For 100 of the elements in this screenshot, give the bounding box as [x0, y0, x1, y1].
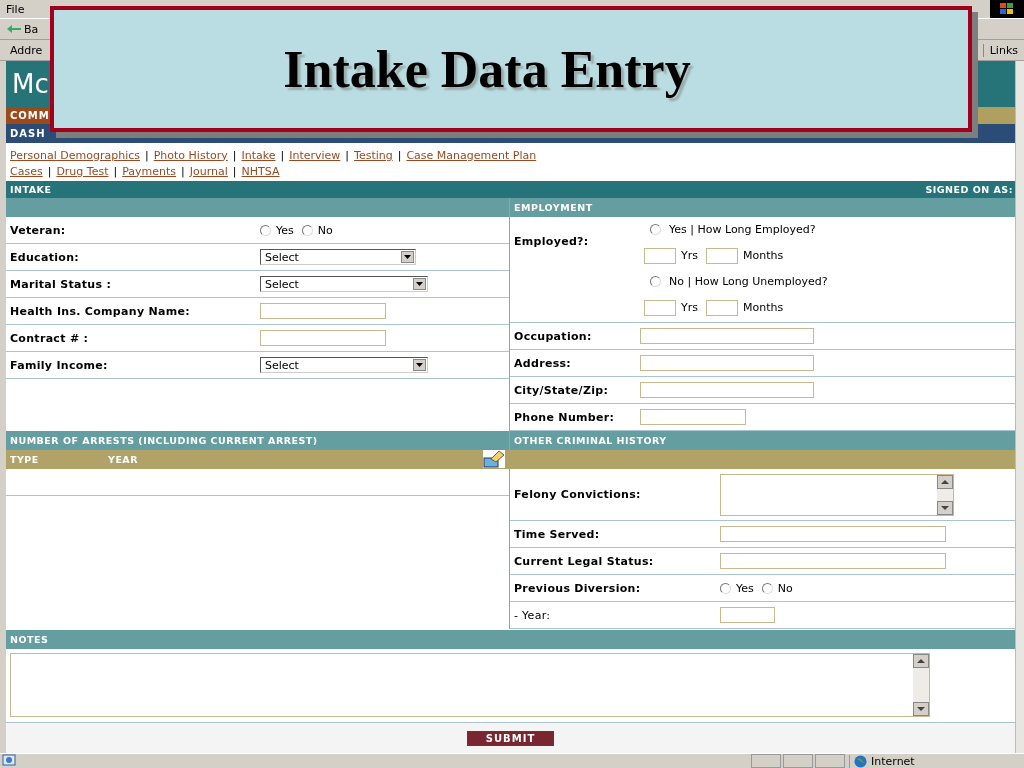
field-label: Family Income:	[9, 358, 109, 372]
unit-label: Months	[743, 249, 784, 262]
status-panel	[751, 754, 781, 768]
windows-logo-icon	[990, 0, 1024, 18]
select-field[interactable]: Select	[260, 357, 428, 373]
nav-link[interactable]: Interview	[289, 148, 341, 162]
input-field[interactable]	[260, 303, 386, 319]
input-field[interactable]	[640, 355, 814, 371]
link-separator: |	[47, 164, 52, 178]
link-separator: |	[145, 148, 149, 162]
radio-button[interactable]	[650, 276, 661, 287]
field-label: Employed?:	[513, 235, 590, 248]
status-panel	[815, 754, 845, 768]
status-panel	[783, 754, 813, 768]
address-label: Addre	[10, 43, 43, 57]
back-button[interactable]: Ba	[4, 22, 41, 36]
scroll-down-icon[interactable]	[937, 500, 953, 515]
caret-icon[interactable]	[401, 251, 414, 263]
field-label: Occupation:	[513, 329, 593, 343]
scroll-up-icon[interactable]	[937, 474, 953, 489]
field-label: Address:	[513, 356, 573, 370]
unit-label: Yrs	[681, 249, 698, 262]
field-label: Time Served:	[513, 527, 601, 541]
scroll-up-icon[interactable]	[913, 654, 929, 668]
nav-link[interactable]: Testing	[354, 148, 393, 162]
link-separator: |	[232, 148, 237, 162]
section-title: NOTES	[10, 634, 49, 645]
signed-on-label: SIGNED ON AS:	[925, 184, 1013, 195]
notes-field[interactable]	[10, 653, 930, 717]
nav-link[interactable]: Payments	[122, 164, 177, 178]
input-field[interactable]	[644, 299, 676, 316]
input-field[interactable]	[640, 382, 814, 398]
section-title: NUMBER OF ARRESTS (INCLUDING CURRENT ARREST)	[10, 435, 318, 446]
caret-icon[interactable]	[413, 278, 426, 290]
input-field[interactable]	[706, 299, 738, 316]
field-label: Education:	[9, 250, 80, 264]
field-label: Felony Convictions:	[513, 488, 642, 501]
link-separator: |	[345, 148, 350, 162]
nav-link[interactable]: Drug Test	[56, 164, 109, 178]
radio-button[interactable]	[301, 224, 313, 236]
caret-icon[interactable]	[413, 359, 426, 371]
field-label: Phone Number:	[513, 410, 616, 424]
back-arrow-icon	[6, 24, 22, 34]
input-field[interactable]	[720, 553, 946, 569]
nav-link[interactable]: Personal Demographics	[10, 148, 140, 162]
field-label: Contract # :	[9, 331, 90, 345]
option-label: Yes	[276, 223, 294, 237]
input-field[interactable]	[640, 409, 746, 425]
nav-link[interactable]: Cases	[10, 164, 43, 178]
nav-link[interactable]: Journal	[189, 164, 228, 178]
option-label: Yes | How Long Employed?	[669, 223, 816, 236]
site-logo: Mc	[12, 69, 49, 99]
radio-button[interactable]	[260, 224, 271, 236]
nav-link[interactable]: Photo History	[153, 148, 228, 162]
column-header: TYPE	[10, 454, 40, 465]
page-icon	[2, 753, 16, 768]
select-field[interactable]: Select	[260, 249, 416, 265]
link-separator: |	[181, 164, 185, 178]
nav-label[interactable]: DASH	[10, 128, 46, 139]
globe-icon	[854, 754, 867, 768]
option-label: No | How Long Unemployed?	[669, 275, 828, 288]
radio-button[interactable]	[720, 582, 731, 594]
link-separator: |	[232, 164, 237, 178]
option-label: No	[317, 223, 333, 237]
radio-button[interactable]	[761, 582, 773, 594]
option-label: No	[777, 581, 793, 595]
nav-link[interactable]: Case Management Plan	[406, 148, 537, 162]
unit-label: Yrs	[681, 301, 698, 314]
column-header: YEAR	[108, 454, 139, 465]
input-field[interactable]	[644, 247, 676, 264]
nav-link[interactable]: NHTSA	[241, 164, 280, 178]
nav-label[interactable]: COMM	[10, 110, 50, 121]
links-button[interactable]: Links	[982, 43, 1018, 57]
menu-item[interactable]: File	[6, 2, 25, 16]
section-title: OTHER CRIMINAL HISTORY	[514, 435, 667, 446]
field-label: - Year:	[513, 608, 552, 622]
select-field[interactable]: Select	[260, 276, 428, 292]
input-field[interactable]	[720, 607, 775, 623]
edit-icon[interactable]	[483, 450, 505, 468]
zone-label: Internet	[871, 754, 915, 768]
input-field[interactable]	[640, 328, 814, 344]
nav-link[interactable]: Intake	[241, 148, 276, 162]
link-separator: |	[280, 148, 285, 162]
unit-label: Months	[743, 301, 784, 314]
section-title: EMPLOYMENT	[514, 202, 593, 213]
input-field[interactable]	[720, 526, 946, 542]
input-field[interactable]	[706, 247, 738, 264]
field-label: Marital Status :	[9, 277, 113, 291]
submit-button[interactable]: SUBMIT	[466, 730, 555, 746]
field-label: Previous Diversion:	[513, 581, 642, 595]
scrollbar[interactable]	[913, 654, 929, 716]
field-label: City/State/Zip:	[513, 383, 610, 397]
link-separator: |	[113, 164, 118, 178]
field-label: Current Legal Status:	[513, 554, 655, 568]
input-field[interactable]	[260, 330, 386, 346]
radio-button[interactable]	[650, 224, 661, 235]
field-label: Veteran:	[9, 223, 67, 237]
page-scrollbar[interactable]	[1015, 61, 1024, 753]
scrollbar[interactable]	[937, 474, 953, 515]
scroll-down-icon[interactable]	[913, 702, 929, 716]
